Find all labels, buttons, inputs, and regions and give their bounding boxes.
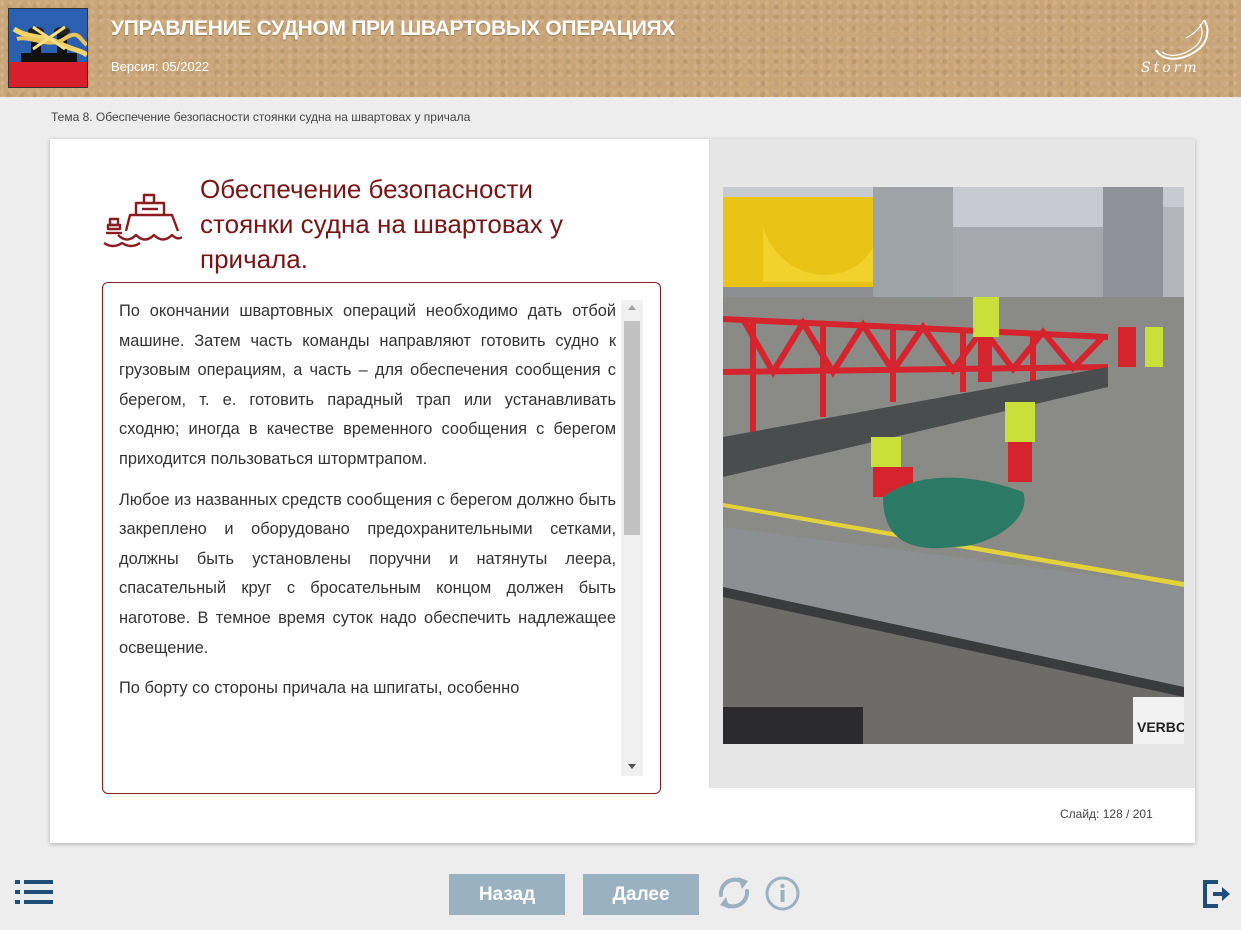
scroll-thumb[interactable] <box>624 321 640 535</box>
slide-counter: Слайд: 128 / 201 <box>1060 807 1153 821</box>
slide-title: Обеспечение безопасности стоянки судна н… <box>200 174 564 274</box>
vertical-scrollbar[interactable] <box>621 300 643 776</box>
next-button[interactable]: Далее <box>583 874 699 915</box>
ship-icon <box>103 193 182 248</box>
back-button[interactable]: Назад <box>449 874 565 915</box>
slide-card: Обеспечение безопасности стоянки судна н… <box>50 139 1195 843</box>
bollard-mooring-logo <box>8 8 88 88</box>
app-header: УПРАВЛЕНИЕ СУДНОМ ПРИ ШВАРТОВЫХ ОПЕРАЦИЯ… <box>0 0 1241 97</box>
scroll-up-arrow-icon[interactable] <box>628 305 636 310</box>
gangway-photo: VERBO <box>723 187 1184 744</box>
storm-brand-text: Storm <box>1141 60 1200 76</box>
photo-hull-label: VERBO <box>1137 719 1184 735</box>
reload-icon[interactable] <box>716 873 752 913</box>
breadcrumb: Тема 8. Обеспечение безопасности стоянки… <box>51 110 471 124</box>
app-version: Версия: 05/2022 <box>111 59 210 74</box>
image-panel: VERBO <box>709 139 1195 788</box>
paragraph: По окончании швартовных операций необход… <box>119 302 616 468</box>
exit-icon[interactable] <box>1202 879 1232 909</box>
paragraph: По борту со стороны причала на шпигаты, … <box>119 679 520 698</box>
scroll-down-arrow-icon[interactable] <box>628 764 636 769</box>
slide-counter-label: Слайд: <box>1060 807 1100 821</box>
menu-list-icon[interactable] <box>15 878 53 906</box>
slide-counter-value: 128 / 201 <box>1102 807 1153 821</box>
paragraph: Любое из названных средств сообщения с б… <box>119 490 616 657</box>
content-text: По окончании швартовных операций необход… <box>119 297 616 777</box>
info-icon[interactable] <box>765 876 800 911</box>
content-text-box[interactable]: По окончании швартовных операций необход… <box>102 282 661 794</box>
app-title: УПРАВЛЕНИЕ СУДНОМ ПРИ ШВАРТОВЫХ ОПЕРАЦИЯ… <box>111 17 675 40</box>
